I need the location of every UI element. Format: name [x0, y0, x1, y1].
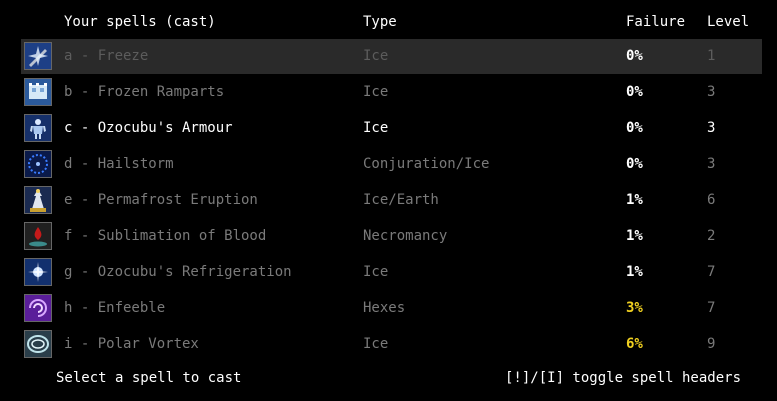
- spell-type: Ice: [363, 120, 389, 136]
- spell-label: e - Permafrost Eruption: [64, 192, 258, 208]
- ozocubus-refrigeration-icon: [24, 258, 52, 286]
- spell-level: 3: [707, 120, 716, 136]
- spell-level: 7: [707, 264, 716, 280]
- frozen-ramparts-icon: [24, 78, 52, 106]
- spell-type: Ice: [363, 264, 389, 280]
- spell-label: g - Ozocubu's Refrigeration: [64, 264, 292, 280]
- spell-failure: 1%: [626, 264, 643, 280]
- spell-label: c - Ozocubu's Armour: [64, 120, 233, 136]
- spell-label: b - Frozen Ramparts: [64, 84, 225, 100]
- spell-row-polar-vortex[interactable]: i - Polar Vortex Ice 6% 9: [21, 327, 762, 362]
- spell-failure: 0%: [626, 48, 643, 64]
- spell-list-header: Your spells (cast) Type Failure Level: [0, 14, 777, 36]
- spell-failure: 6%: [626, 336, 643, 352]
- toggle-headers-hint[interactable]: [!]/[I] toggle spell headers: [505, 370, 741, 386]
- spell-label: d - Hailstorm: [64, 156, 174, 172]
- spell-failure: 0%: [626, 120, 643, 136]
- spell-failure: 0%: [626, 156, 643, 172]
- enfeeble-icon: [24, 294, 52, 322]
- spell-level: 6: [707, 192, 716, 208]
- spell-type: Hexes: [363, 300, 406, 316]
- spell-level: 1: [707, 48, 716, 64]
- spell-type: Ice: [363, 336, 389, 352]
- failure-column-header: Failure: [626, 14, 686, 30]
- spell-type: Ice: [363, 84, 389, 100]
- spell-failure: 1%: [626, 192, 643, 208]
- sublimation-of-blood-icon: [24, 222, 52, 250]
- spell-type: Necromancy: [363, 228, 448, 244]
- freeze-icon: [24, 42, 52, 70]
- spell-row-enfeeble[interactable]: h - Enfeeble Hexes 3% 7: [21, 291, 762, 326]
- hailstorm-icon: [24, 150, 52, 178]
- spell-level: 7: [707, 300, 716, 316]
- ozocubus-armour-icon: [24, 114, 52, 142]
- spell-failure: 1%: [626, 228, 643, 244]
- spell-level: 3: [707, 156, 716, 172]
- spell-row-freeze[interactable]: a - Freeze Ice 0% 1: [21, 39, 762, 74]
- polar-vortex-icon: [24, 330, 52, 358]
- spell-label: a - Freeze: [64, 48, 149, 64]
- spell-type: Ice/Earth: [363, 192, 439, 208]
- spell-type: Conjuration/Ice: [363, 156, 490, 172]
- spell-failure: 0%: [626, 84, 643, 100]
- spell-label: h - Enfeeble: [64, 300, 166, 316]
- spell-level: 3: [707, 84, 716, 100]
- spell-failure: 3%: [626, 300, 643, 316]
- spell-label: f - Sublimation of Blood: [64, 228, 267, 244]
- level-column-header: Level: [707, 14, 750, 30]
- spell-row-sublimation-of-blood[interactable]: f - Sublimation of Blood Necromancy 1% 2: [21, 219, 762, 254]
- spell-label: i - Polar Vortex: [64, 336, 199, 352]
- spell-level: 9: [707, 336, 716, 352]
- spell-row-ozocubus-refrigeration[interactable]: g - Ozocubu's Refrigeration Ice 1% 7: [21, 255, 762, 290]
- permafrost-eruption-icon: [24, 186, 52, 214]
- spell-level: 2: [707, 228, 716, 244]
- type-column-header: Type: [363, 14, 397, 30]
- cast-prompt: Select a spell to cast: [56, 370, 242, 386]
- spell-row-ozocubus-armour[interactable]: c - Ozocubu's Armour Ice 0% 3: [21, 111, 762, 146]
- spell-type: Ice: [363, 48, 389, 64]
- spell-row-frozen-ramparts[interactable]: b - Frozen Ramparts Ice 0% 3: [21, 75, 762, 110]
- spell-row-permafrost-eruption[interactable]: e - Permafrost Eruption Ice/Earth 1% 6: [21, 183, 762, 218]
- spell-list-title: Your spells (cast): [64, 14, 216, 30]
- spell-row-hailstorm[interactable]: d - Hailstorm Conjuration/Ice 0% 3: [21, 147, 762, 182]
